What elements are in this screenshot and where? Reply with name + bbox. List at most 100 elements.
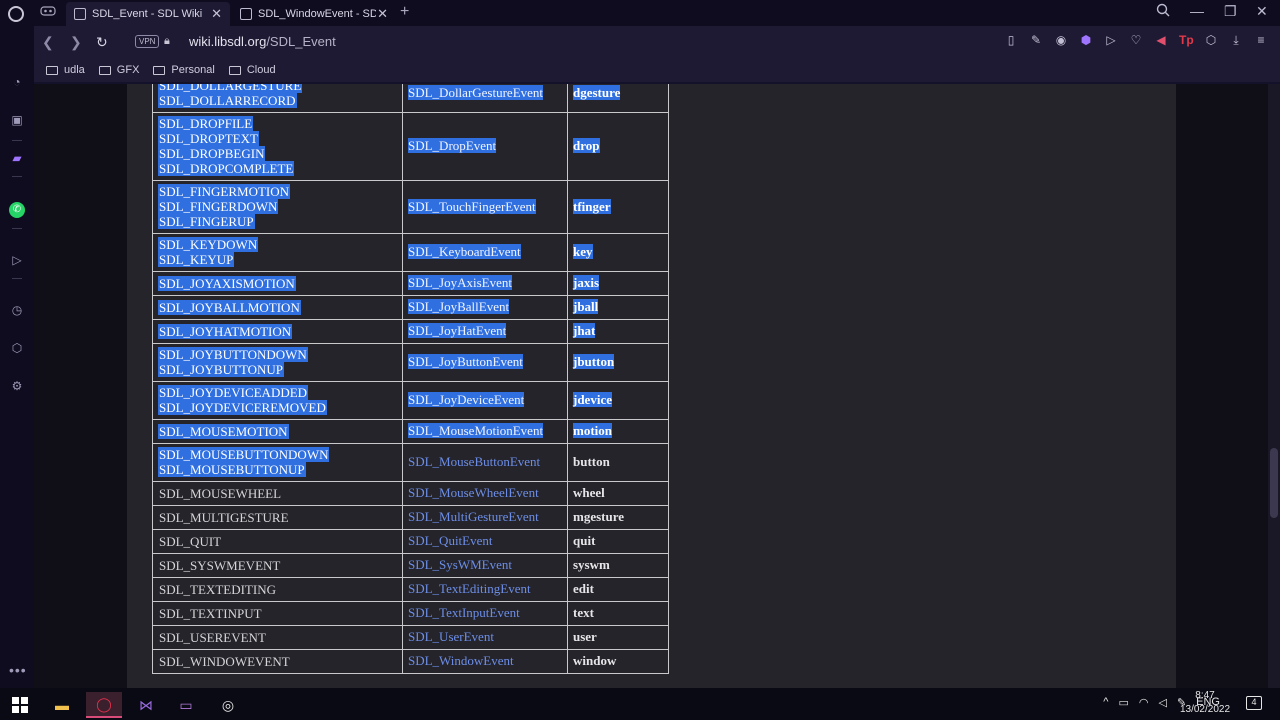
speaker-icon[interactable]: ◁ [1158,696,1166,709]
volume-icon[interactable]: ◀ [1154,33,1168,47]
event-type-name: SDL_TEXTINPUT [159,605,262,621]
player-icon[interactable]: ▷ [9,252,25,268]
close-window-icon[interactable]: ✕ [1256,3,1268,20]
wallet-icon[interactable]: ▣ [9,112,25,128]
back-icon[interactable]: ❮ [42,34,54,51]
notification-center-icon[interactable]: 4 [1246,696,1262,710]
camera-icon[interactable]: ◉ [1054,33,1068,47]
opera-logo-icon[interactable] [8,6,24,22]
scrollbar-thumb[interactable] [1270,448,1278,518]
event-type-name: SDL_FINGERUP [158,214,255,229]
bookmark-gfx[interactable]: GFX [98,64,139,76]
event-struct-link[interactable]: SDL_WindowEvent [408,653,514,668]
event-field-name: edit [573,581,594,596]
edit-icon[interactable]: ✎ [1029,33,1043,47]
vpn-badge[interactable]: VPN [135,35,160,48]
reader-icon[interactable]: ▯ [1004,33,1018,47]
reload-icon[interactable]: ↻ [96,34,108,51]
visual-studio-icon[interactable]: ⋈ [128,692,164,718]
windows-start-icon[interactable] [2,692,38,718]
close-tab-icon[interactable]: ✕ [377,6,388,22]
toolbar-icons: ▯ ✎ ◉ ⬢ ▷ ♡ ◀ Tp ⬡ ⤓ ≡ [1004,33,1268,47]
twitch-icon[interactable]: ▰ [9,150,25,166]
event-type-cell: SDL_WINDOWEVENT [152,649,403,674]
event-struct-link[interactable]: SDL_JoyBallEvent [408,299,510,314]
tab-title: SDL_WindowEvent - SDL W [258,8,376,20]
url-domain: wiki.libsdl.org [189,34,267,49]
event-struct-link[interactable]: SDL_JoyHatEvent [408,323,507,338]
event-struct-link[interactable]: SDL_TextEditingEvent [408,581,531,596]
speed-dial-icon[interactable]: ◔ [9,74,25,90]
terminal-icon[interactable]: ▭ [168,692,204,718]
extension-tp-icon[interactable]: Tp [1179,33,1194,47]
bookmark-label: Cloud [246,64,276,76]
tray-chevron-icon[interactable]: ^ [1103,696,1108,709]
event-field-name: jball [573,299,599,314]
send-icon[interactable]: ▷ [1104,33,1118,47]
table-row: SDL_MOUSEWHEEL SDL_MouseWheelEvent wheel [152,481,669,506]
event-type-name: SDL_TEXTEDITING [159,581,276,597]
event-type-cell: SDL_QUIT [152,529,403,554]
event-struct-link[interactable]: SDL_MouseWheelEvent [408,485,539,500]
event-struct-link[interactable]: SDL_TextInputEvent [408,605,520,620]
event-struct-link[interactable]: SDL_SysWMEvent [408,557,512,572]
event-field-name: text [573,605,594,620]
event-field-name: jdevice [573,392,612,407]
whatsapp-icon[interactable]: ✆ [9,202,25,218]
maximize-icon[interactable]: ❐ [1224,3,1237,20]
minimize-icon[interactable]: — [1190,3,1204,19]
forward-icon[interactable]: ❯ [70,34,82,51]
wifi-icon[interactable]: ◠ [1139,696,1149,709]
settings-icon[interactable]: ⚙ [9,378,25,394]
lock-icon[interactable]: 🔒︎ [164,35,170,48]
event-struct-link[interactable]: SDL_UserEvent [408,629,494,644]
event-struct-link[interactable]: SDL_KeyboardEvent [408,244,521,259]
history-icon[interactable]: ◷ [9,302,25,318]
heart-icon[interactable]: ♡ [1129,33,1143,47]
bookmark-cloud[interactable]: Cloud [228,64,276,76]
event-struct-cell: SDL_JoyAxisEvent [402,271,568,296]
event-field-name: user [573,629,597,644]
tab-sdl-event[interactable]: SDL_Event - SDL Wiki ✕ [66,2,230,26]
battery-icon[interactable]: ▭ [1118,696,1128,709]
event-type-cell: SDL_JOYBUTTONDOWN SDL_JOYBUTTONUP [152,343,403,382]
bookmark-personal[interactable]: Personal [153,64,215,76]
clock[interactable]: 8:47 13/02/2022 [1178,689,1232,717]
table-row: SDL_FINGERMOTION SDL_FINGERDOWN SDL_FINGER… [152,180,669,234]
file-explorer-icon[interactable]: ▬ [44,692,80,718]
event-struct-link[interactable]: SDL_MouseMotionEvent [408,423,544,438]
event-struct-link[interactable]: SDL_JoyAxisEvent [408,275,512,290]
event-type-name: SDL_JOYBALLMOTION [158,299,301,315]
bookmark-udla[interactable]: udla [46,64,85,76]
opera-taskbar-icon[interactable]: ◯ [86,692,122,718]
url-field[interactable]: wiki.libsdl.org/SDL_Event [189,34,336,49]
new-tab-icon[interactable]: + [400,3,409,21]
event-type-name: SDL_JOYBUTTONDOWN [158,347,308,362]
event-struct-link[interactable]: SDL_DropEvent [408,138,497,153]
tab-sdl-windowevent[interactable]: SDL_WindowEvent - SDL W ✕ [232,2,396,26]
download-icon[interactable]: ⤓ [1229,33,1243,47]
table-row: SDL_SYSWMEVENT SDL_SysWMEvent syswm [152,553,669,578]
event-struct-link[interactable]: SDL_JoyButtonEvent [408,354,523,369]
event-struct-link[interactable]: SDL_MouseButtonEvent [408,454,540,469]
event-struct-link[interactable]: SDL_TouchFingerEvent [408,198,536,214]
cube-icon[interactable]: ⬡ [1204,33,1218,47]
shield-icon[interactable]: ⬢ [1079,33,1093,47]
tab-menu-icon[interactable] [40,5,58,19]
search-tabs-icon[interactable] [1156,3,1170,20]
event-field-cell: jdevice [567,381,669,420]
event-struct-cell: SDL_JoyDeviceEvent [402,381,568,420]
menu-icon[interactable]: ≡ [1254,33,1268,47]
event-struct-link[interactable]: SDL_MultiGestureEvent [408,509,539,524]
event-struct-link[interactable]: SDL_DollarGestureEvent [408,85,544,100]
extensions-icon[interactable]: ⬡ [9,340,25,356]
close-tab-icon[interactable]: ✕ [211,6,222,22]
page-scrollbar[interactable] [1268,84,1280,688]
event-struct-link[interactable]: SDL_JoyDeviceEvent [408,392,525,407]
event-field-cell: mgesture [567,505,669,530]
folder-icon [98,65,111,75]
clock-time: 8:47 [1195,690,1215,701]
obs-icon[interactable]: ◎ [210,692,246,718]
more-icon[interactable]: ••• [9,662,27,678]
event-struct-link[interactable]: SDL_QuitEvent [408,533,493,548]
